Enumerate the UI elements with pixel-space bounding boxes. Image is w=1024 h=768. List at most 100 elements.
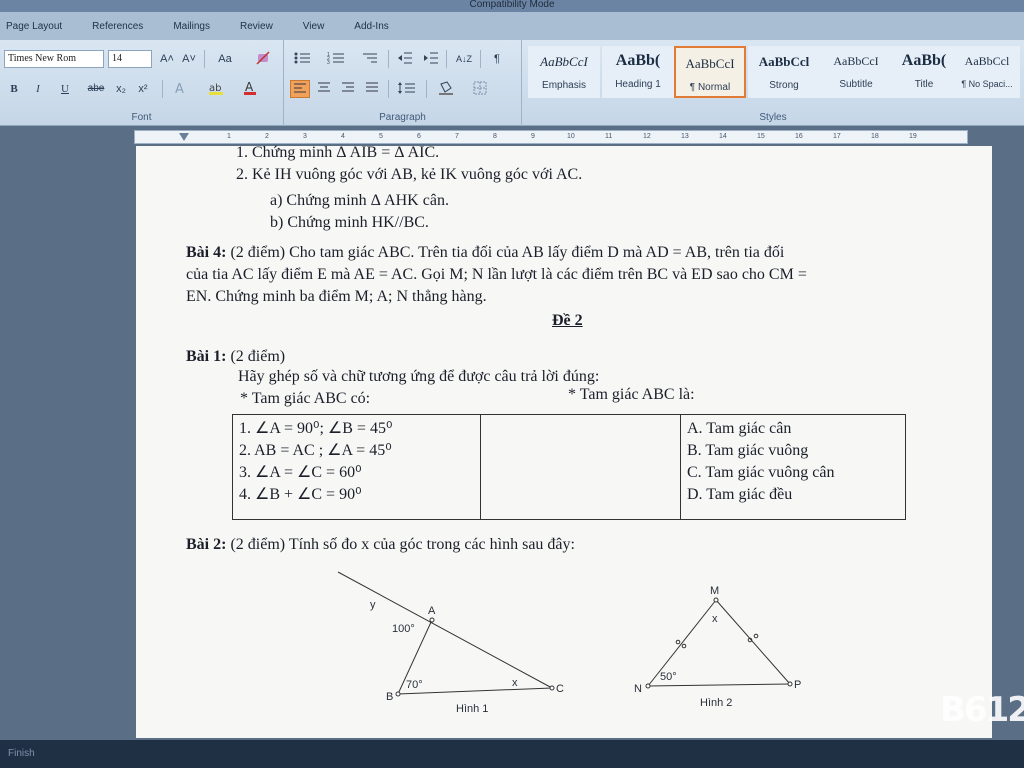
sort-button[interactable]: A↓Z	[452, 50, 476, 68]
shrink-font-button[interactable]: A˅	[178, 50, 200, 68]
style-sample: AaBbCcI	[833, 54, 879, 68]
tab-references[interactable]: References	[92, 21, 143, 32]
align-right-icon[interactable]	[338, 80, 358, 98]
align-center-icon[interactable]	[314, 80, 334, 98]
align-left-icon[interactable]	[290, 80, 310, 98]
ruler-tick: 9	[531, 133, 535, 140]
style-title[interactable]: AaBb( Title	[888, 46, 960, 98]
answer-item: D. Tam giác đều	[687, 486, 793, 503]
justify-icon[interactable]	[362, 80, 382, 98]
tab-review[interactable]: Review	[240, 21, 273, 32]
right-heading: * Tam giác ABC là:	[568, 386, 695, 403]
ruler-tick: 19	[909, 133, 917, 140]
tab-page-layout[interactable]: Page Layout	[6, 21, 62, 32]
angle-x-label: x	[512, 677, 518, 689]
italic-button[interactable]: I	[30, 80, 46, 98]
strikethrough-button[interactable]: abe	[84, 80, 108, 98]
underline-button[interactable]: U	[54, 80, 76, 98]
style-sample: AaBbCcI	[540, 54, 588, 69]
ruler-tick: 5	[379, 133, 383, 140]
style-name: Strong	[769, 80, 799, 91]
multilevel-list-icon[interactable]	[358, 50, 384, 68]
style-name: ¶ No Spaci...	[961, 79, 1013, 89]
styles-group-label: Styles	[759, 112, 787, 123]
answer-item: B. Tam giác vuông	[687, 442, 809, 459]
matching-table: 1. ∠A = 90⁰; ∠B = 45⁰ 2. AB = AC ; ∠A = …	[232, 414, 906, 520]
status-bar: Finish	[0, 740, 1024, 768]
style-subtitle[interactable]: AaBbCcI Subtitle	[820, 46, 892, 98]
style-heading-1[interactable]: AaBb( Heading 1	[602, 46, 674, 98]
style-name: Title	[914, 79, 934, 90]
style-emphasis[interactable]: AaBbCcI Emphasis	[528, 46, 600, 98]
bold-button[interactable]: B	[6, 80, 22, 98]
style-strong[interactable]: AaBbCcl Strong	[748, 46, 820, 98]
label-y: y	[370, 599, 376, 611]
decrease-indent-icon[interactable]	[394, 50, 416, 68]
style-name: Emphasis	[542, 80, 586, 91]
show-formatting-button[interactable]: ¶	[488, 50, 506, 68]
doc-line: 1. Chứng minh Δ AIB = Δ AIC.	[236, 144, 440, 161]
left-heading: * Tam giác ABC có:	[240, 390, 371, 407]
tab-add-ins[interactable]: Add-Ins	[354, 21, 388, 32]
exercise-label: Bài 4:	[186, 244, 227, 261]
tab-mailings[interactable]: Mailings	[173, 21, 210, 32]
point-m	[713, 597, 719, 603]
point-n	[645, 683, 651, 689]
ruler-tick: 18	[871, 133, 879, 140]
subscript-button[interactable]: x₂	[112, 80, 130, 98]
exercise-text: (2 điểm) Cho tam giác ABC. Trên tia đối …	[226, 244, 785, 261]
line-y-a-c	[337, 571, 553, 689]
grow-font-button[interactable]: A˄	[156, 50, 178, 68]
doc-line: b) Chứng minh HK//BC.	[270, 214, 429, 231]
numbering-icon[interactable]: 123	[324, 50, 350, 68]
svg-text:A: A	[175, 82, 184, 96]
condition-item: 4. ∠B + ∠C = 90⁰	[239, 486, 362, 503]
style-normal[interactable]: AaBbCcI ¶ Normal	[674, 46, 746, 98]
font-color-icon[interactable]: A	[240, 80, 268, 98]
condition-item: 3. ∠A = ∠C = 60⁰	[239, 464, 362, 481]
style-sample: AaBbCcl	[964, 54, 1010, 68]
change-case-button[interactable]: Aa	[210, 50, 240, 68]
increase-indent-icon[interactable]	[420, 50, 442, 68]
table-cell: 1. ∠A = 90⁰; ∠B = 45⁰ 2. AB = AC ; ∠A = …	[232, 414, 481, 520]
document-page[interactable]: 1. Chứng minh Δ AIB = Δ AIC. 2. Kẻ IH vu…	[136, 144, 992, 738]
ruler-tick: 8	[493, 133, 497, 140]
text-effects-icon[interactable]: A	[170, 80, 196, 98]
style-name: Subtitle	[839, 79, 873, 90]
indent-marker[interactable]	[179, 133, 189, 141]
tab-view[interactable]: View	[303, 21, 325, 32]
svg-text:A: A	[245, 80, 254, 94]
exercise-text: (2 điểm) Tính số đo x của góc trong các …	[226, 536, 575, 553]
answer-item: C. Tam giác vuông cân	[687, 464, 835, 481]
clear-format-icon[interactable]	[252, 50, 274, 68]
ruler-tick: 11	[605, 133, 613, 140]
style-name: Heading 1	[615, 79, 661, 90]
table-cell: A. Tam giác cân B. Tam giác vuông C. Tam…	[680, 414, 906, 520]
ruler-tick: 16	[795, 133, 803, 140]
angle-x-label: x	[712, 613, 718, 625]
bullets-icon[interactable]	[290, 50, 316, 68]
style-no-spacing[interactable]: AaBbCcl ¶ No Spaci...	[954, 46, 1020, 98]
doc-line: a) Chứng minh Δ AHK cân.	[270, 192, 449, 209]
table-row: 1. ∠A = 90⁰; ∠B = 45⁰ 2. AB = AC ; ∠A = …	[232, 414, 906, 520]
highlight-icon[interactable]: ab	[206, 80, 234, 98]
style-sample: AaBbCcl	[758, 54, 810, 69]
figure-1-diagram: y A B C 100° 70° x Hình 1	[337, 571, 564, 715]
point-c	[549, 685, 555, 691]
font-name-select[interactable]: Times New Rom	[4, 50, 104, 68]
figure-1-caption: Hình 1	[456, 703, 488, 715]
font-group-label: Font	[131, 112, 152, 123]
shading-icon[interactable]	[434, 80, 460, 98]
exercise-4-line: Bài 4: (2 điểm) Cho tam giác ABC. Trên t…	[186, 244, 784, 262]
angle-n-label: 50°	[660, 671, 677, 683]
label-c: C	[556, 683, 564, 695]
doc-line: Hãy ghép số và chữ tương ứng để được câu…	[238, 368, 600, 385]
font-size-select[interactable]: 14	[108, 50, 152, 68]
line-spacing-icon[interactable]	[394, 80, 420, 98]
ruler-tick: 14	[719, 133, 727, 140]
superscript-button[interactable]: x²	[134, 80, 152, 98]
angle-b-label: 70°	[406, 679, 423, 691]
ruler-tick: 13	[681, 133, 689, 140]
borders-icon[interactable]	[468, 80, 494, 98]
horizontal-ruler[interactable]: 1 2 3 4 5 6 7 8 9 10 11 12 13 14 15 16 1…	[134, 130, 968, 144]
